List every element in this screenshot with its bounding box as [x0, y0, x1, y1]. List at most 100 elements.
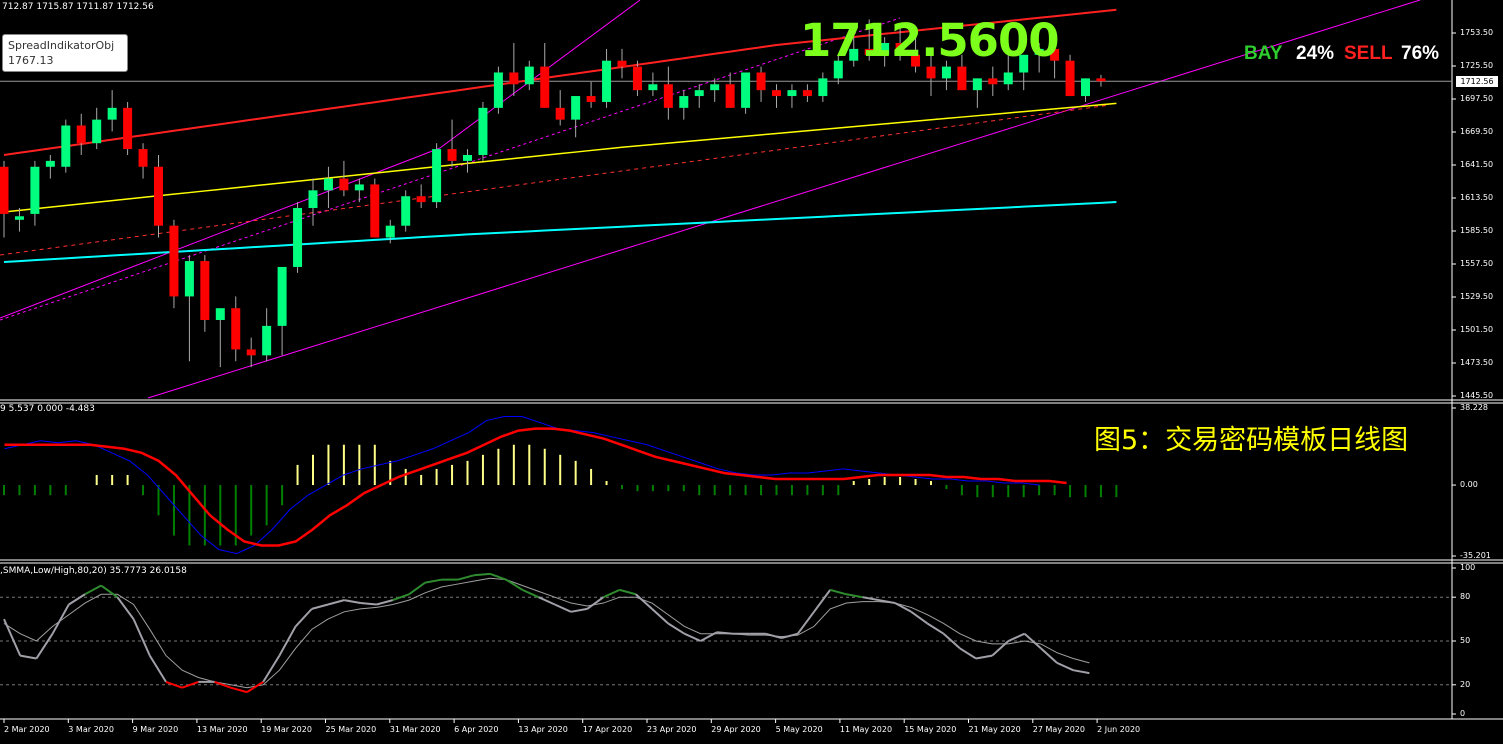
oscillator-main-segment: [311, 603, 329, 610]
bay-percent: 24%: [1296, 43, 1335, 64]
candle-body: [787, 90, 797, 97]
spread-indicator-box[interactable]: SpreadIndikatorObj 1767.13: [2, 34, 128, 72]
bay-label: BAY: [1244, 43, 1283, 64]
candle-body: [478, 107, 488, 155]
oscillator-main-segment: [230, 686, 248, 694]
candle-body: [988, 78, 998, 85]
candle-body: [802, 90, 812, 97]
oscillator-main-segment: [408, 581, 426, 596]
candle-body: [277, 266, 287, 326]
channel-lower-line: [147, 0, 1421, 399]
price-tick-label: 1753.50: [1460, 28, 1494, 37]
oscillator-main-segment: [84, 584, 102, 596]
candle-body: [123, 107, 133, 150]
spread-indicator-name: SpreadIndikatorObj: [8, 39, 115, 52]
candle-body: [323, 178, 333, 191]
oscillator-main-segment: [344, 599, 361, 605]
candle-body: [14, 216, 24, 220]
price-tick-label: 1501.50: [1460, 325, 1494, 334]
oscillator-main-segment: [635, 593, 653, 610]
price-tick-label: 1473.50: [1460, 358, 1494, 367]
candle-body: [107, 107, 117, 120]
oscillator-main-segment: [327, 599, 345, 606]
candle-body: [741, 72, 751, 108]
oscillator-main-segment: [975, 654, 993, 660]
oscillator-main-segment: [35, 633, 54, 660]
candle-body: [586, 96, 596, 102]
oscillator-main-segment: [3, 618, 22, 657]
candle-body: [76, 125, 86, 144]
price-tick-label: 1529.50: [1460, 292, 1494, 301]
candle-body: [941, 66, 951, 79]
oscillator-tick-label: 80: [1460, 592, 1471, 602]
candle-body: [432, 149, 442, 203]
candle-body: [756, 72, 766, 91]
price-tick-label: 1557.50: [1460, 259, 1494, 268]
candle-body: [370, 184, 380, 238]
oscillator-main-segment: [926, 622, 945, 635]
oscillator-main-segment: [68, 593, 86, 606]
candle-body: [509, 72, 519, 85]
macd-tick-label: 0.00: [1460, 480, 1478, 490]
candle-body: [138, 149, 148, 167]
price-tick-label: 1697.50: [1460, 94, 1494, 103]
date-tick-label: 6 Apr 2020: [454, 725, 499, 734]
candle-body: [555, 107, 565, 120]
date-tick-label: 13 Mar 2020: [196, 725, 248, 734]
candle-body: [648, 84, 658, 91]
oscillator-main-segment: [392, 593, 410, 602]
candle-body: [663, 84, 673, 108]
oscillator-main-segment: [1007, 632, 1026, 642]
oscillator-main-segment: [765, 632, 782, 640]
candle-body: [632, 66, 642, 91]
price-tick-label: 1725.50: [1460, 61, 1494, 70]
oscillator-main-segment: [651, 608, 669, 625]
candle-body: [571, 96, 581, 120]
oscillator-main-segment: [683, 632, 702, 642]
oscillator-tick-label: 100: [1460, 563, 1476, 572]
candle-body: [169, 225, 179, 297]
candle-body: [401, 196, 411, 226]
price-tick-label: 1641.50: [1460, 160, 1494, 169]
date-tick-label: 15 May 2020: [904, 725, 957, 734]
candle-body: [0, 166, 9, 214]
oscillator-main-segment: [959, 647, 977, 660]
date-tick-label: 2 Jun 2020: [1097, 725, 1141, 734]
candle-body: [308, 190, 318, 209]
oscillator-main-segment: [100, 584, 118, 599]
candle-body: [772, 90, 781, 97]
figure-title: 图5：交易密码模板日线图: [1094, 425, 1409, 456]
oscillator-main-segment: [1073, 669, 1090, 675]
candle-body: [602, 60, 612, 102]
oscillator-tick-label: 50: [1460, 636, 1471, 645]
oscillator-main-segment: [1056, 661, 1074, 672]
oscillator-main-segment: [619, 588, 637, 596]
oscillator-main-segment: [51, 604, 70, 635]
candle-body: [617, 60, 627, 67]
candle-body: [184, 261, 194, 297]
channel-mid-line: [0, 17, 901, 321]
candle-body: [1003, 72, 1013, 85]
oscillator-header: ,SMMA,Low/High,80,20) 35.7773 26.0158: [0, 566, 187, 576]
oscillator-signal-line: [3, 577, 1090, 689]
oscillator-main-segment: [894, 602, 912, 613]
oscillator-main-segment: [294, 608, 313, 628]
candle-body: [694, 90, 704, 97]
oscillator-main-segment: [457, 574, 475, 581]
oscillator-main-segment: [570, 607, 588, 613]
candle-body: [354, 184, 364, 191]
candle-body: [92, 119, 102, 144]
date-tick-label: 25 Mar 2020: [325, 725, 377, 734]
candle-body: [524, 66, 534, 85]
macd-tick-label: -35.201: [1460, 551, 1491, 560]
date-tick-label: 11 May 2020: [839, 725, 893, 734]
candle-body: [447, 149, 457, 161]
oscillator-main-segment: [554, 603, 572, 613]
price-tick-label: 1613.50: [1460, 193, 1494, 202]
candle-body: [45, 160, 55, 167]
oscillator-main-segment: [132, 618, 151, 657]
candle-body: [710, 84, 720, 91]
candle-body: [957, 66, 967, 91]
oscillator-main-segment: [116, 596, 135, 620]
trading-chart[interactable]: [0, 0, 1503, 744]
